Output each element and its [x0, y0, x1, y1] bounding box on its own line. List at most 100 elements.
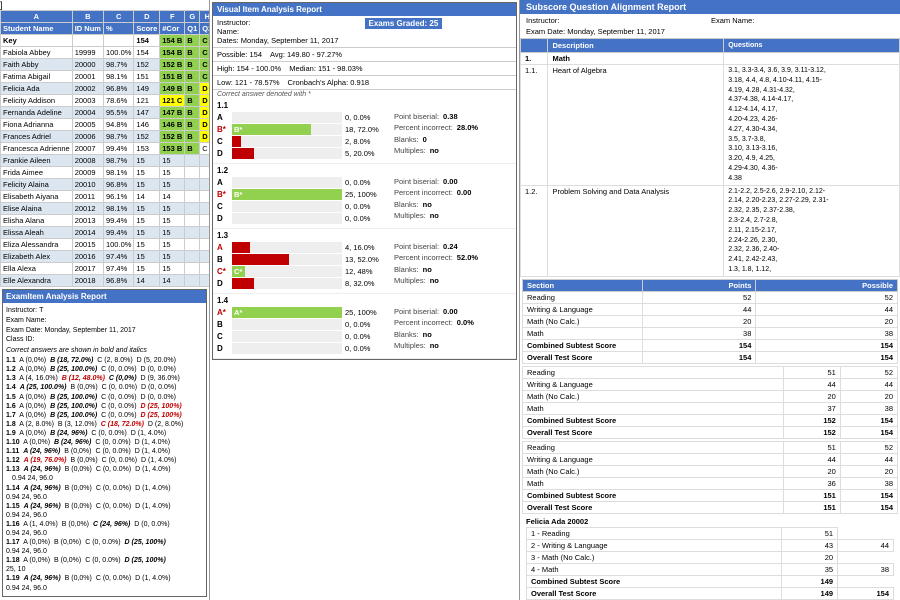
vr-date-val: Monday, September 11, 2017 [241, 36, 339, 45]
answer-row-111: 1.11 A (24, 96%) B (0,0%) C (0, 0.0%) D … [6, 447, 203, 456]
student-q2: C [200, 71, 210, 83]
student-q2 [200, 155, 210, 167]
student-correct: 121 C [160, 95, 185, 107]
student-name: Felicia Ada [1, 83, 73, 95]
student-correct: 15 [160, 251, 185, 263]
col-label-pct: % [103, 23, 133, 35]
student-id: 20014 [72, 227, 103, 239]
student-correct: 147 B [160, 107, 185, 119]
student-pct: 98.1% [103, 71, 133, 83]
key-score: 154 [134, 35, 160, 47]
student-q2: C [200, 59, 210, 71]
vr-dates-label: Dates: [217, 36, 239, 45]
vr-possible: Possible: 154 [217, 50, 262, 59]
answer-row-18: 1.8 A (2, 8.0%) B (3, 12.0%) C (18, 72.0… [6, 420, 203, 429]
subsection-desc: Heart of Algebra [548, 65, 724, 186]
answer-row-14: 1.4 A (25, 100.0%) B (0,0%) C (0, 0.0%) … [6, 383, 203, 392]
q-block-11: 1.1 A 0, 0.0% B* B* 18 [213, 99, 516, 164]
student-q2: D [200, 131, 210, 143]
student-correct: 15 [160, 263, 185, 275]
student-name: Fernanda Adeline [1, 107, 73, 119]
student-id: 20002 [72, 83, 103, 95]
student-pct: 97.4% [103, 251, 133, 263]
bar-d [232, 148, 342, 159]
student-score: 15 [134, 227, 160, 239]
answer-row-117: 1.17 A (0,0%) B (0,0%) C (0, 0.0%) D (25… [6, 538, 203, 547]
score-table-2: Reading5152 Writing & Language4444 Math … [522, 366, 898, 439]
col-num [521, 39, 548, 53]
exam-instructor-val: T [39, 306, 43, 316]
answer-row-15: 1.5 A (0,0%) B (25, 100.0%) C (0, 0.0%) … [6, 393, 203, 402]
student-q1 [185, 215, 200, 227]
answer-row-110: 1.10 A (0,0%) B (24, 96%) C (0, 0.0%) D … [6, 438, 203, 447]
subsection-questions: 3.1, 3.3-3.4, 3.6, 3.9, 3.11-3.12,3.18, … [724, 65, 900, 186]
q-block-14: 1.4 A* A* 25, 100% B 0, 0.0% C [213, 294, 516, 359]
section-title: Math [548, 53, 724, 65]
student-correct: 146 B [160, 119, 185, 131]
student-q2: D [200, 119, 210, 131]
student-correct: 152 B [160, 59, 185, 71]
student-correct: 14 [160, 191, 185, 203]
exam-item-report: ExamItem Analysis Report Instructor: T E… [2, 289, 207, 597]
visual-report-title: Visual Item Analysis Report [213, 3, 516, 16]
student-q2 [200, 203, 210, 215]
student-q1 [185, 227, 200, 239]
felicia-name: Felicia Ada [526, 517, 565, 526]
student-name: Elisha Alana [1, 215, 73, 227]
col-header-d: D [134, 11, 160, 23]
key-id [72, 35, 103, 47]
felicia-section: Felicia Ada 20002 1 - Reading51 2 - Writ… [522, 516, 898, 600]
student-q1: B [185, 71, 200, 83]
student-pct: 97.4% [103, 263, 133, 275]
bar-a [232, 112, 342, 123]
student-q1 [185, 203, 200, 215]
student-pct: 96.8% [103, 179, 133, 191]
student-score: 15 [134, 167, 160, 179]
student-correct: 15 [160, 155, 185, 167]
col-label-name: Student Name [1, 23, 73, 35]
answer-row-118: 1.18 A (0,0%) B (0,0%) C (0, 0.0%) D (25… [6, 556, 203, 565]
student-name: Francesca Adrienne [1, 143, 73, 155]
student-pct: 98.7% [103, 59, 133, 71]
student-q1: B [185, 119, 200, 131]
answer-row-119: 1.19 A (24, 96%) B (0,0%) C (0, 0.0%) D … [6, 574, 203, 583]
col-label-q2: Q2 [200, 23, 210, 35]
visual-report-header: Instructor: Name: Dates: Monday, Septemb… [213, 16, 516, 48]
visual-report-stats3: Low: 121 - 78.57% Cronbach's Alpha: 0.91… [213, 76, 516, 90]
visual-report-stats: Possible: 154 Avg: 149.80 - 97.27% [213, 48, 516, 62]
exam-class-id: Class ID: [6, 335, 34, 345]
student-q1 [185, 263, 200, 275]
student-score: 15 [134, 251, 160, 263]
student-name: Elise Alaina [1, 203, 73, 215]
student-score: 15 [134, 263, 160, 275]
student-q2: C [200, 143, 210, 155]
vr-exams-badge: Exams Graded: 25 [365, 18, 443, 29]
student-id: 20010 [72, 179, 103, 191]
student-id: 20011 [72, 191, 103, 203]
bar-row-c: C 2, 8.0% [217, 136, 390, 147]
subscore-header: Instructor: Exam Name: Exam Date: Monday… [520, 14, 900, 38]
answer-row-17: 1.7 A (0,0%) B (25, 100.0%) C (0, 0.0%) … [6, 411, 203, 420]
felicia-score-table: 1 - Reading51 2 - Writing & Language4344… [526, 527, 894, 600]
student-score: 15 [134, 179, 160, 191]
exam-item-title: ExamItem Analysis Report [3, 290, 206, 303]
student-score: 151 [134, 71, 160, 83]
subsection-num: 1.2. [521, 185, 548, 276]
student-q1: B [185, 107, 200, 119]
key-q2: C [200, 35, 210, 47]
student-score: 14 [134, 275, 160, 287]
student-score: 14 [134, 191, 160, 203]
q-label-12: 1.2 [217, 166, 512, 175]
student-pct: 99.4% [103, 227, 133, 239]
answer-row-112: 1.12 A (19, 76.0%) B (0,0%) C (0, 0.0%) … [6, 456, 203, 465]
answer-row-16: 1.6 A (0,0%) B (25, 100.0%) C (0, 0.0%) … [6, 402, 203, 411]
student-q2 [200, 263, 210, 275]
student-id: 20012 [72, 203, 103, 215]
student-name: Elisabeth Aiyana [1, 191, 73, 203]
subscore-title: Subscore Question Alignment Report [520, 0, 900, 14]
col-header-b: B [72, 11, 103, 23]
student-q2: C [200, 47, 210, 59]
student-q2 [200, 227, 210, 239]
student-score: 149 [134, 83, 160, 95]
vr-name-label: Name: [217, 27, 239, 36]
